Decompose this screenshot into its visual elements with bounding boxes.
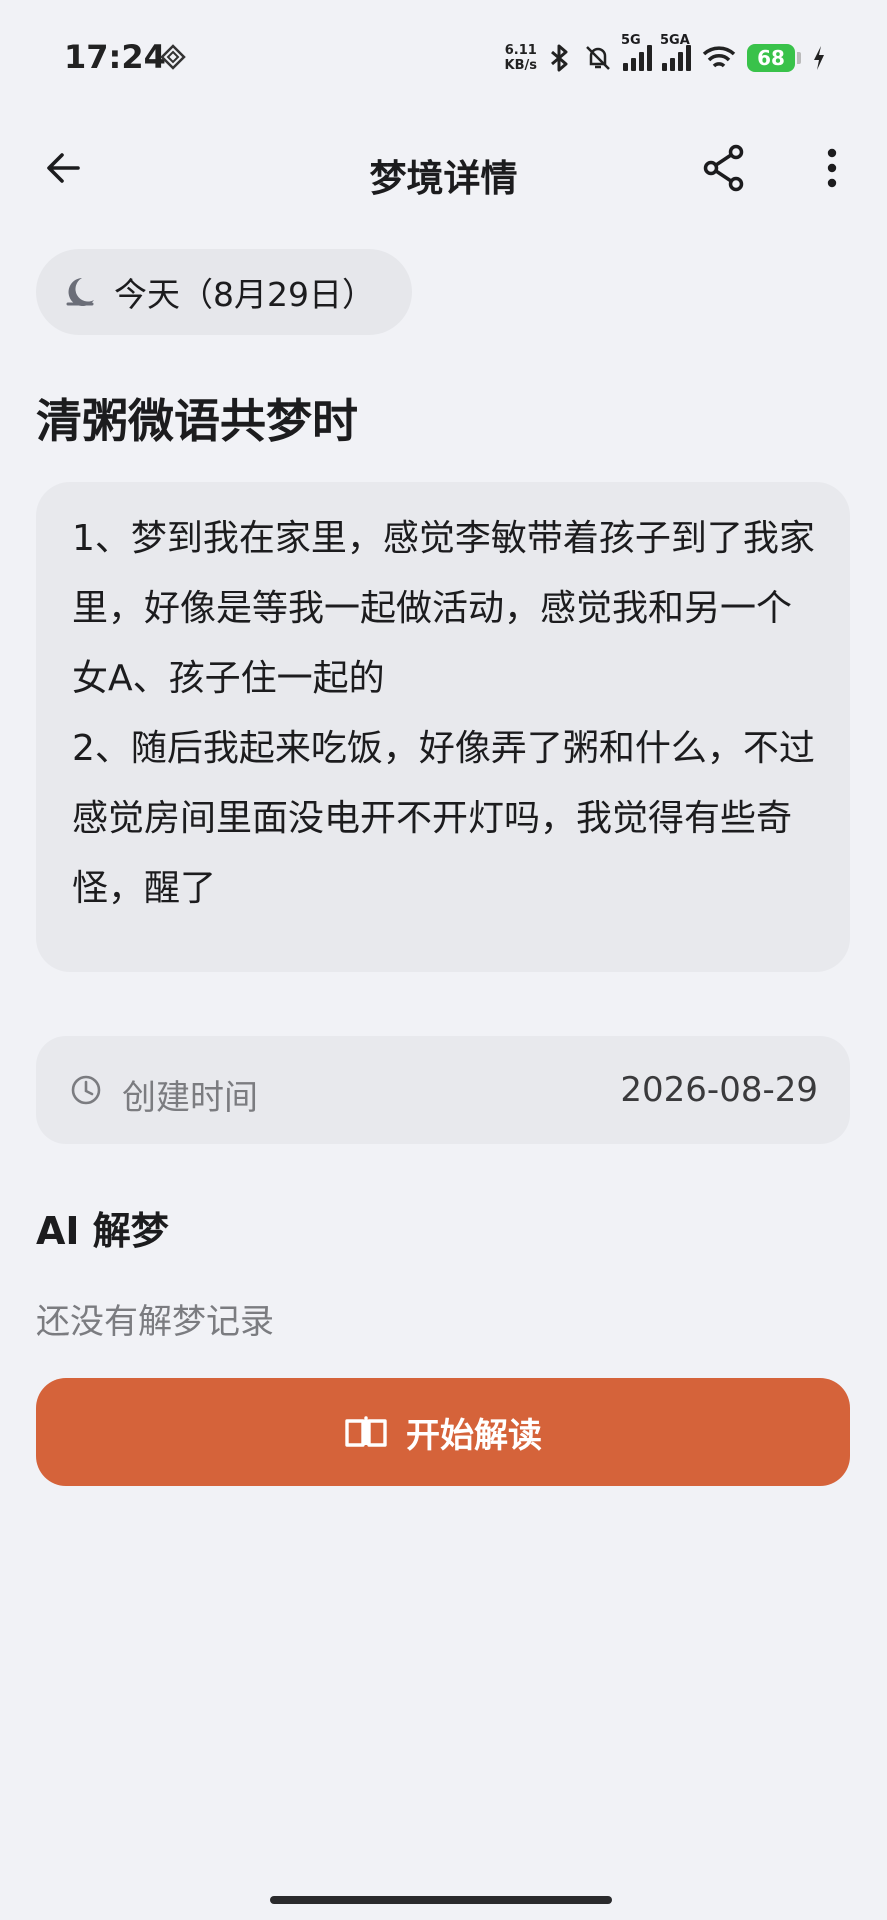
created-time-card: 创建时间 2026-08-29	[36, 1036, 850, 1144]
mute-bell-icon	[586, 46, 610, 70]
vpn-diamond-icon	[160, 44, 186, 70]
start-interpretation-button[interactable]: 开始解读	[36, 1378, 850, 1486]
share-button[interactable]	[696, 140, 752, 196]
net-speed: 6.11 KB/s	[505, 43, 537, 73]
created-time-label: 创建时间	[122, 1078, 258, 1118]
dream-content-card: 1、梦到我在家里，感觉李敏带着孩子到了我家里，好像是等我一起做活动，感觉我和另一…	[36, 482, 850, 972]
status-icons: 6.11 KB/s 5G 5GA 68	[505, 33, 827, 80]
battery-tip	[797, 52, 801, 64]
book-icon	[345, 1416, 387, 1447]
bluetooth-icon	[551, 44, 568, 72]
signal-2-label: 5GA	[660, 33, 690, 48]
wifi-icon	[702, 46, 736, 68]
net-speed-value: 6.11	[504, 43, 537, 58]
ai-empty-text: 还没有解梦记录	[36, 1302, 274, 1342]
date-chip[interactable]: 今天（8月29日）	[36, 249, 412, 335]
status-time: 17:24	[64, 38, 166, 76]
ai-section-title: AI 解梦	[36, 1209, 169, 1253]
share-icon	[703, 144, 744, 192]
moon-icon	[66, 278, 94, 306]
net-speed-unit: KB/s	[504, 58, 537, 73]
signal-1-label: 5G	[621, 33, 641, 48]
start-button-label: 开始解读	[406, 1415, 542, 1456]
dream-title: 清粥微语共梦时	[36, 394, 358, 448]
page-title: 梦境详情	[369, 157, 518, 200]
dream-content-text: 1、梦到我在家里，感觉李敏带着孩子到了我家里，好像是等我一起做活动，感觉我和另一…	[72, 518, 815, 909]
clock-icon	[71, 1075, 101, 1105]
more-options-button[interactable]	[804, 140, 860, 196]
charging-bolt-icon	[814, 46, 824, 70]
home-indicator[interactable]	[270, 1896, 612, 1904]
created-time-value: 2026-08-29	[620, 1070, 818, 1110]
battery-indicator: 68	[747, 44, 795, 72]
signal-1-icon: 5G	[621, 33, 652, 71]
signal-2-icon: 5GA	[660, 33, 691, 71]
app-bar: 梦境详情	[0, 120, 887, 220]
date-label: 今天（8月29日）	[114, 275, 375, 314]
status-bar: 17:24 6.11 KB/s 5G 5GA 68	[0, 0, 887, 120]
more-vertical-icon	[827, 148, 837, 188]
